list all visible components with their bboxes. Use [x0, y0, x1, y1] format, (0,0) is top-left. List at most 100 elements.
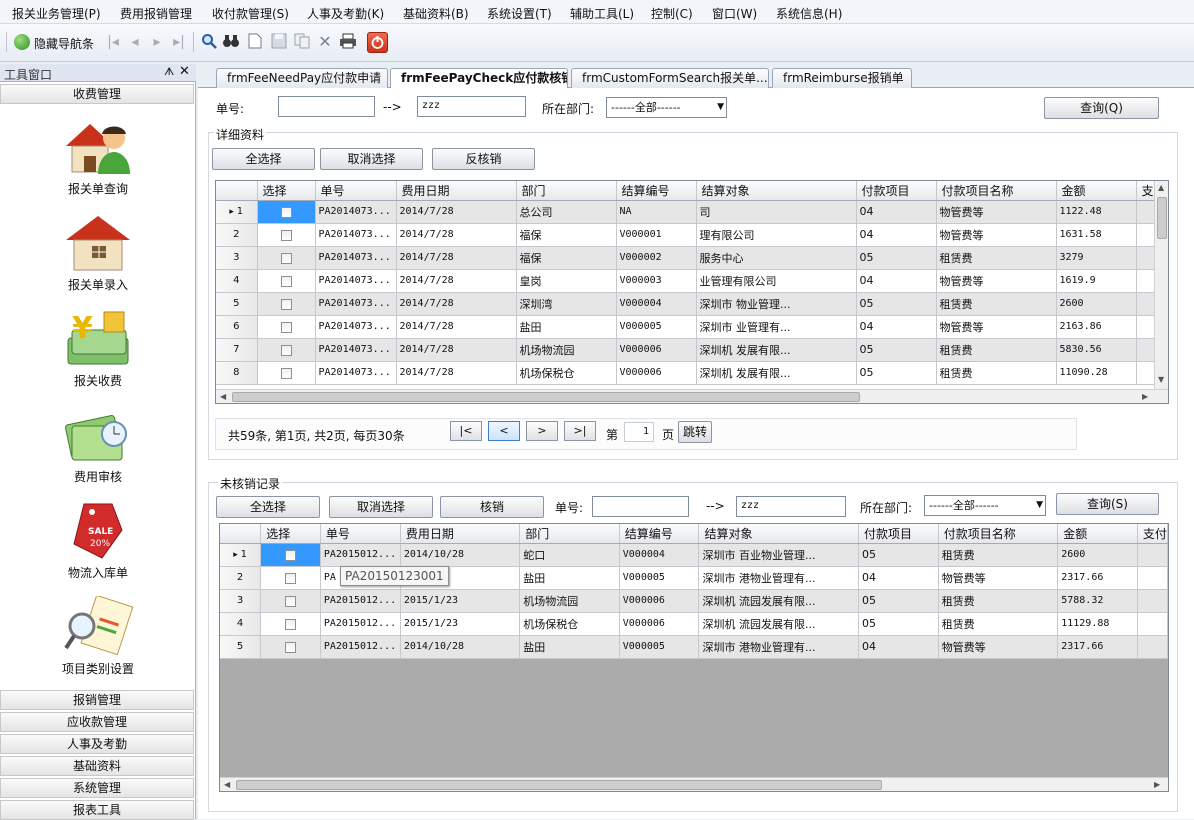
menu-control[interactable]: 控制(C) [651, 5, 693, 22]
table-row[interactable]: 6 PA2014073... 2014/7/28 盐田 V000005 深圳市 业管理有.… [216, 315, 1167, 339]
search-icon[interactable] [200, 33, 218, 51]
unverified-select-all-button[interactable]: 全选择 [216, 496, 320, 518]
print-icon[interactable] [339, 33, 357, 51]
checkbox[interactable] [280, 367, 292, 379]
cell-select-checkbox[interactable] [257, 246, 316, 270]
table-row[interactable]: ▸ 1 PA2015012... 2014/10/28 蛇口 V000004 深圳市 百业… [220, 543, 1168, 567]
first-record-icon[interactable]: |◂ [104, 33, 122, 51]
copy-icon[interactable] [293, 33, 311, 51]
tab-fee-need-pay[interactable]: frmFeeNeedPay应付款申请 [216, 68, 388, 88]
expense-audit-icon[interactable] [62, 404, 134, 464]
scroll-right-icon[interactable]: ▶ [1142, 392, 1148, 401]
cell-row-number[interactable]: 7 [216, 338, 258, 362]
menu-tools[interactable]: 辅助工具(L) [570, 5, 634, 22]
table-row[interactable]: 4 PA2014073... 2014/7/28 皇岗 V000003 业管理有限公司 04… [216, 269, 1167, 293]
money-icon[interactable]: ¥ [62, 308, 134, 368]
menu-basic-data[interactable]: 基础资料(B) [403, 5, 469, 22]
detail-vertical-scrollbar[interactable]: ▲ ▼ [1154, 181, 1168, 391]
tab-reimburse[interactable]: frmReimburse报销单 [772, 68, 912, 88]
scroll-right-icon[interactable]: ▶ [1154, 780, 1160, 789]
first-page-button[interactable]: |< [450, 421, 482, 441]
checkbox[interactable] [285, 572, 297, 584]
cell-row-number[interactable]: 6 [216, 315, 258, 339]
cell-row-number[interactable]: 2 [216, 223, 258, 247]
col-pay[interactable]: 支付 [1137, 524, 1168, 544]
menu-window[interactable]: 窗口(W) [712, 5, 757, 22]
last-page-button[interactable]: >| [564, 421, 596, 441]
cell-select-checkbox[interactable] [257, 338, 316, 362]
unverified-horizontal-scrollbar[interactable]: ◀ ▶ [220, 777, 1168, 791]
table-row[interactable]: ▸ 1 PA2014073... 2014/7/28 总公司 NA 司 04 物管费等 1122… [216, 200, 1167, 224]
group-header-reimburse[interactable]: 报销管理 [0, 690, 194, 710]
col-fee-date[interactable]: 费用日期 [400, 524, 521, 544]
col-settle-target[interactable]: 结算对象 [696, 181, 857, 201]
table-row[interactable]: 5 PA2014073... 2014/7/28 深圳湾 V000004 深圳市 物业管理… [216, 292, 1167, 316]
cell-select-checkbox[interactable] [257, 223, 316, 247]
cell-row-number[interactable]: 5 [216, 292, 258, 316]
next-record-icon[interactable]: ▸ [148, 33, 166, 51]
menu-payments[interactable]: 收付款管理(S) [212, 5, 289, 22]
checkbox[interactable] [285, 595, 297, 607]
detail-select-all-button[interactable]: 全选择 [212, 148, 315, 170]
cell-row-number[interactable]: 3 [220, 589, 262, 613]
col-pay-item-name[interactable]: 付款项目名称 [936, 181, 1057, 201]
cell-select-checkbox[interactable] [257, 200, 316, 224]
checkbox[interactable] [280, 206, 292, 218]
last-record-icon[interactable]: ▸| [170, 33, 188, 51]
table-row[interactable]: 5 PA2015012... 2014/10/28 盐田 V000005 深圳市 港物业管… [220, 635, 1168, 659]
unverified-dept-select[interactable]: ------全部------ ▼ [924, 495, 1046, 516]
unverified-cancel-select-button[interactable]: 取消选择 [329, 496, 433, 518]
detail-cancel-select-button[interactable]: 取消选择 [320, 148, 423, 170]
checkbox[interactable] [280, 229, 292, 241]
checkbox[interactable] [280, 321, 292, 333]
save-icon[interactable] [270, 33, 288, 51]
col-amount[interactable]: 金额 [1056, 181, 1137, 201]
prev-page-button[interactable]: < [488, 421, 520, 441]
reverse-verify-button[interactable]: 反核销 [432, 148, 535, 170]
exit-icon[interactable] [367, 32, 388, 53]
nav-project-category[interactable]: 项目类别设置 [0, 660, 196, 677]
nav-logistics-inbound[interactable]: 物流入库单 [0, 564, 196, 581]
cell-select-checkbox[interactable] [260, 589, 321, 613]
cell-select-checkbox[interactable] [257, 361, 316, 385]
cell-row-number[interactable]: 4 [216, 269, 258, 293]
cell-select-checkbox[interactable] [260, 612, 321, 636]
nav-expense-audit[interactable]: 费用审核 [0, 468, 196, 485]
unverified-order-no-to-input[interactable]: zzz [736, 496, 846, 517]
col-dept[interactable]: 部门 [516, 181, 617, 201]
nav-customs-entry[interactable]: 报关单录入 [0, 276, 196, 293]
col-settle-no[interactable]: 结算编号 [619, 524, 700, 544]
unverified-order-no-from-input[interactable] [592, 496, 689, 517]
col-fee-date[interactable]: 费用日期 [396, 181, 517, 201]
cell-row-number[interactable]: 4 [220, 612, 262, 636]
scroll-left-icon[interactable]: ◀ [224, 780, 230, 789]
scroll-down-icon[interactable]: ▼ [1158, 375, 1164, 384]
hide-nav-button[interactable]: 隐藏导航条 [34, 35, 94, 52]
house-user-icon[interactable] [62, 116, 134, 176]
group-header-basic-data[interactable]: 基础资料 [0, 756, 194, 776]
checkbox[interactable] [285, 641, 297, 653]
menu-customs[interactable]: 报关业务管理(P) [12, 5, 101, 22]
checkbox[interactable] [285, 618, 297, 630]
cell-select-checkbox[interactable] [257, 315, 316, 339]
checkbox[interactable] [280, 298, 292, 310]
tab-custom-form-search[interactable]: frmCustomFormSearch报关单... [571, 68, 769, 88]
dept-select[interactable]: ------全部------ ▼ [606, 97, 727, 118]
cell-row-number[interactable]: 5 [220, 635, 262, 659]
table-row[interactable]: 3 PA2014073... 2014/7/28 福保 V000002 服务中心 05 租赁费… [216, 246, 1167, 270]
verify-button[interactable]: 核销 [440, 496, 544, 518]
table-row[interactable]: 7 PA2014073... 2014/7/28 机场物流园 V000006 深圳机 发展… [216, 338, 1167, 362]
checkbox[interactable] [280, 252, 292, 264]
house-icon[interactable] [62, 212, 134, 272]
col-pay-item[interactable]: 付款项目 [858, 524, 939, 544]
group-header-fees[interactable]: 收费管理 [0, 84, 194, 104]
checkbox[interactable] [280, 275, 292, 287]
col-amount[interactable]: 金额 [1057, 524, 1138, 544]
nav-customs-query[interactable]: 报关单查询 [0, 180, 196, 197]
cell-row-number[interactable]: 3 [216, 246, 258, 270]
group-header-receivables[interactable]: 应收款管理 [0, 712, 194, 732]
scroll-thumb[interactable] [232, 392, 860, 402]
col-pay-item-name[interactable]: 付款项目名称 [938, 524, 1059, 544]
scroll-up-icon[interactable]: ▲ [1158, 183, 1164, 192]
close-icon[interactable]: ✕ [179, 64, 190, 79]
